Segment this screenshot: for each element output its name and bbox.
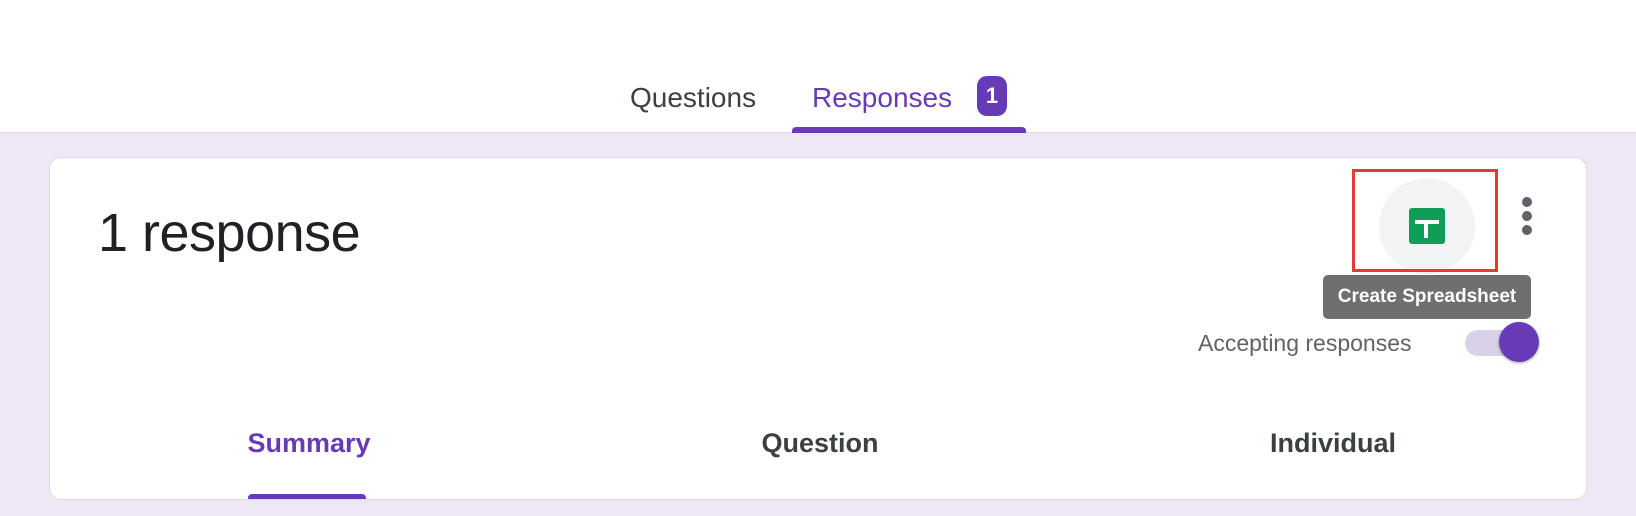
more-options-button[interactable]: [1507, 191, 1547, 239]
tab-responses[interactable]: Responses: [812, 78, 952, 118]
accepting-responses-label: Accepting responses: [1198, 330, 1412, 356]
response-count-title: 1 response: [98, 203, 361, 263]
subtab-summary[interactable]: Summary: [245, 428, 373, 459]
more-vert-icon: [1522, 197, 1532, 207]
active-tab-indicator: [792, 127, 1026, 133]
subtab-individual[interactable]: Individual: [1264, 428, 1402, 459]
highlight-box: [1352, 169, 1498, 272]
responses-count-badge: 1: [977, 76, 1007, 116]
active-subtab-indicator: [248, 494, 366, 499]
accepting-responses-toggle[interactable]: [1465, 321, 1541, 363]
subtab-question[interactable]: Question: [755, 428, 885, 459]
form-header: Questions Responses 1: [0, 0, 1636, 133]
tab-questions[interactable]: Questions: [630, 78, 756, 118]
create-spreadsheet-tooltip: Create Spreadsheet: [1323, 275, 1531, 319]
toggle-knob: [1499, 322, 1539, 362]
responses-card: 1 response Create Spreadsheet Accepting …: [49, 157, 1587, 500]
